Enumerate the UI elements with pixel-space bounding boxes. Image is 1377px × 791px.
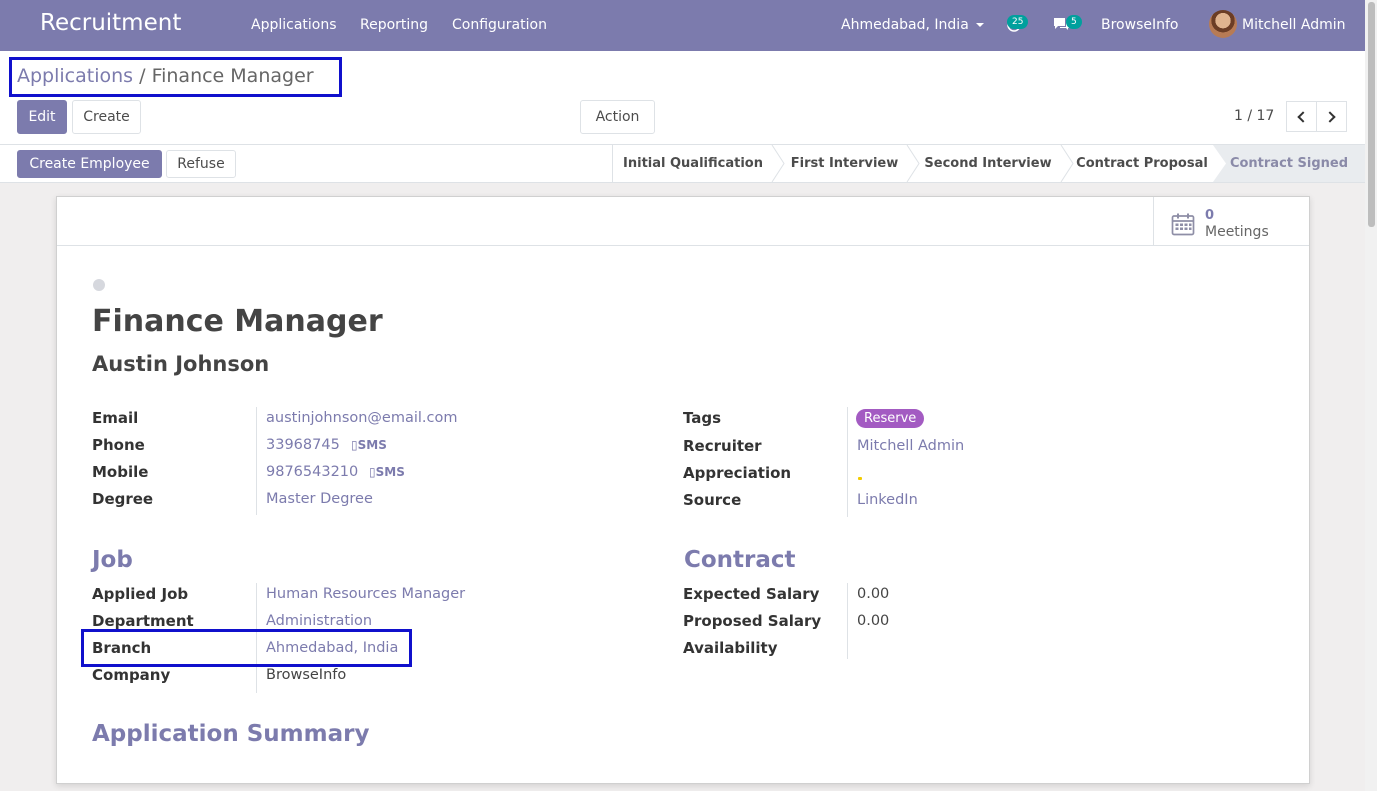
field-divider — [847, 407, 848, 517]
sms-label: SMS — [357, 438, 387, 452]
email-value[interactable]: austinjohnson@email.com — [266, 410, 458, 426]
refuse-button[interactable]: Refuse — [166, 150, 236, 178]
menu-applications[interactable]: Applications — [251, 17, 337, 33]
stage-initial-qualification[interactable]: Initial Qualification — [613, 145, 773, 182]
create-button[interactable]: Create — [72, 100, 141, 134]
user-menu[interactable]: Mitchell Admin — [1242, 17, 1346, 33]
chevron-left-icon — [1297, 111, 1309, 123]
app-title[interactable]: Recruitment — [40, 10, 181, 36]
phone-label: Phone — [92, 436, 145, 454]
application-summary-title: Application Summary — [92, 721, 370, 747]
meetings-label: Meetings — [1205, 224, 1269, 240]
meetings-count: 0 — [1205, 208, 1215, 223]
mobile-sms-button[interactable]: ▯SMS — [369, 465, 405, 479]
stage-separator — [1213, 145, 1226, 182]
tags-label: Tags — [683, 409, 722, 427]
company-name[interactable]: BrowseInfo — [1101, 17, 1178, 33]
recruiter-label: Recruiter — [683, 437, 762, 455]
stage-first-interview[interactable]: First Interview — [781, 145, 908, 182]
highlight-box-breadcrumb — [9, 57, 342, 97]
stage-separator — [1060, 145, 1074, 182]
stage-pipeline: Initial Qualification First Interview Se… — [612, 145, 1365, 182]
degree-value[interactable]: Master Degree — [266, 491, 373, 507]
job-section-title: Job — [92, 547, 133, 573]
edit-button[interactable]: Edit — [17, 100, 67, 134]
availability-label: Availability — [683, 639, 778, 657]
user-avatar[interactable] — [1209, 10, 1237, 38]
chevron-right-icon — [1324, 111, 1336, 123]
appreciation-label: Appreciation — [683, 464, 792, 482]
applicant-name[interactable]: Austin Johnson — [92, 352, 269, 376]
meetings-button[interactable]: 0 Meetings — [1153, 197, 1309, 246]
top-navbar: Recruitment Applications Reporting Confi… — [0, 0, 1365, 51]
mobile-value[interactable]: 9876543210 — [266, 464, 358, 480]
field-divider — [256, 407, 257, 515]
menu-configuration[interactable]: Configuration — [452, 17, 547, 33]
proposed-salary-value[interactable]: 0.00 — [857, 613, 889, 629]
source-value[interactable]: LinkedIn — [857, 492, 918, 508]
pager-previous-button[interactable] — [1286, 101, 1317, 132]
contract-section-title: Contract — [684, 547, 796, 573]
sms-label: SMS — [375, 465, 405, 479]
stage-second-interview[interactable]: Second Interview — [918, 145, 1058, 182]
phone-sms-button[interactable]: ▯SMS — [351, 438, 387, 452]
applied-job-label: Applied Job — [92, 585, 189, 603]
calendar-icon — [1171, 213, 1195, 236]
stage-contract-signed[interactable]: Contract Signed — [1213, 145, 1365, 182]
caret-down-icon — [975, 23, 984, 27]
applied-job-value[interactable]: Human Resources Manager — [266, 586, 465, 602]
phone-value[interactable]: 33968745 — [266, 437, 340, 453]
field-divider — [847, 583, 848, 659]
email-label: Email — [92, 409, 139, 427]
scrollbar-thumb[interactable] — [1368, 2, 1375, 227]
form-sheet: 0 Meetings Finance Manager Austin Johnso… — [56, 196, 1310, 784]
expected-salary-label: Expected Salary — [683, 585, 820, 603]
star-icon[interactable] — [858, 477, 862, 480]
company-label: Company — [92, 666, 171, 684]
pager-next-button[interactable] — [1316, 101, 1347, 132]
action-button[interactable]: Action — [580, 100, 655, 134]
tag-badge[interactable]: Reserve — [856, 409, 925, 428]
company-value[interactable]: BrowseInfo — [266, 667, 346, 683]
branch-switcher-label: Ahmedabad, India — [841, 17, 969, 33]
expected-salary-value[interactable]: 0.00 — [857, 586, 889, 602]
kanban-state-dot[interactable] — [93, 279, 105, 291]
department-value[interactable]: Administration — [266, 613, 372, 629]
stage-contract-proposal[interactable]: Contract Proposal — [1074, 145, 1210, 182]
button-box: 0 Meetings — [57, 197, 1309, 246]
highlight-box-branch — [81, 629, 412, 667]
recruiter-value[interactable]: Mitchell Admin — [857, 438, 964, 454]
record-title[interactable]: Finance Manager — [92, 304, 383, 339]
source-label: Source — [683, 491, 742, 509]
create-employee-button[interactable]: Create Employee — [17, 150, 162, 178]
activity-badge[interactable]: 25 — [1007, 15, 1029, 29]
pager-value[interactable]: 1 / 17 — [1234, 108, 1274, 124]
message-badge[interactable]: 5 — [1066, 15, 1082, 29]
proposed-salary-label: Proposed Salary — [683, 612, 822, 630]
department-label: Department — [92, 612, 194, 630]
degree-label: Degree — [92, 490, 154, 508]
mobile-label: Mobile — [92, 463, 149, 481]
menu-reporting[interactable]: Reporting — [360, 17, 428, 33]
branch-switcher[interactable]: Ahmedabad, India — [841, 17, 984, 33]
